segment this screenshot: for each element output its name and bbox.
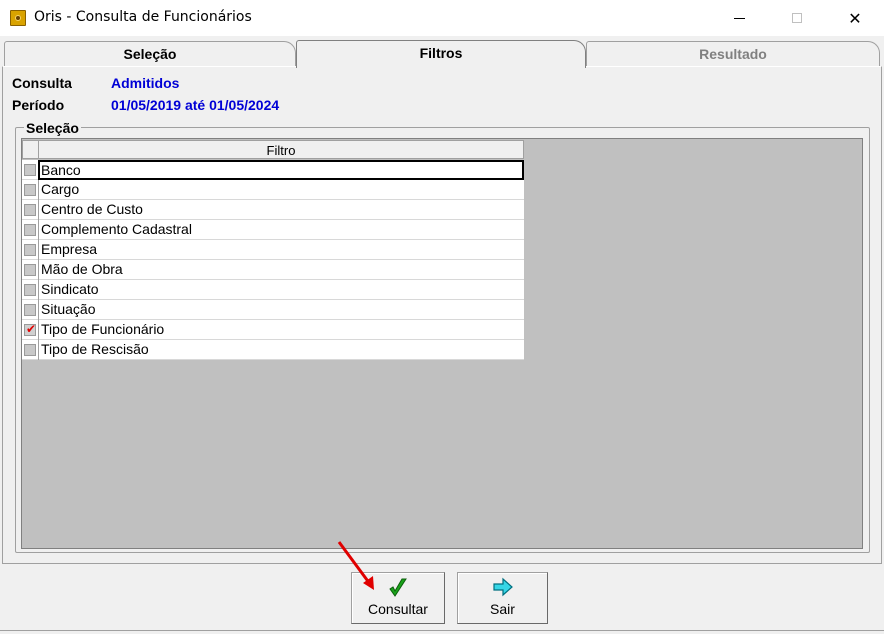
tab-resultado[interactable]: Resultado: [586, 41, 880, 66]
consulta-value: Admitidos: [111, 75, 180, 91]
row-checkbox[interactable]: [24, 244, 36, 256]
maximize-icon: [792, 13, 802, 23]
filter-row-sindicato[interactable]: Sindicato: [22, 280, 524, 300]
row-checkbox[interactable]: [24, 224, 36, 236]
row-checkbox[interactable]: [24, 184, 36, 196]
title-bar: Oris - Consulta de Funcionários ✕: [0, 0, 884, 36]
window-title: Oris - Consulta de Funcionários: [34, 9, 252, 25]
row-checkbox[interactable]: [24, 284, 36, 296]
filter-row-mao-de-obra[interactable]: Mão de Obra: [22, 260, 524, 280]
column-header-filtro[interactable]: Filtro: [39, 143, 523, 158]
row-checkbox[interactable]: [24, 264, 36, 276]
filter-row-tipo-de-funcionario[interactable]: ✔ Tipo de Funcionário: [22, 320, 524, 340]
close-icon: ✕: [848, 8, 862, 28]
filter-row-label: Tipo de Rescisão: [38, 340, 524, 360]
tab-filtros[interactable]: Filtros: [296, 40, 586, 68]
sair-button[interactable]: Sair: [457, 572, 548, 624]
row-checkbox[interactable]: [24, 304, 36, 316]
consultar-label: Consultar: [368, 601, 428, 617]
filter-row-label: Centro de Custo: [38, 200, 524, 220]
filter-row-label: Cargo: [38, 180, 524, 200]
filter-row-centro-de-custo[interactable]: Centro de Custo: [22, 200, 524, 220]
maximize-button[interactable]: [774, 0, 820, 36]
filter-row-label: Empresa: [38, 240, 524, 260]
filter-row-tipo-de-rescisao[interactable]: Tipo de Rescisão: [22, 340, 524, 360]
minimize-icon: [733, 17, 745, 19]
filter-row-cargo[interactable]: Cargo: [22, 180, 524, 200]
selecao-group-label: Seleção: [24, 120, 81, 136]
sair-label: Sair: [490, 601, 515, 617]
row-checkbox-checked[interactable]: ✔: [24, 322, 37, 336]
check-mark-icon: ✔: [26, 322, 37, 336]
periodo-label: Período: [12, 97, 65, 113]
filter-row-complemento-cadastral[interactable]: Complemento Cadastral: [22, 220, 524, 240]
tab-selecao[interactable]: Seleção: [4, 41, 296, 66]
annotation-arrow-icon: [337, 541, 374, 590]
filter-row-banco[interactable]: Banco: [22, 160, 524, 180]
filter-row-empresa[interactable]: Empresa: [22, 240, 524, 260]
filter-row-label: Complemento Cadastral: [38, 220, 524, 240]
filter-row-label: Situação: [38, 300, 524, 320]
status-strip: [0, 630, 884, 634]
consulta-label: Consulta: [12, 75, 72, 91]
minimize-button[interactable]: [716, 0, 762, 36]
filter-row-situacao[interactable]: Situação: [22, 300, 524, 320]
periodo-value: 01/05/2019 até 01/05/2024: [111, 97, 280, 113]
cyan-arrow-right-icon: [458, 577, 547, 599]
row-checkbox[interactable]: [24, 164, 36, 176]
filter-row-label: Sindicato: [38, 280, 524, 300]
grid-header-corner: [23, 141, 39, 159]
oris-app-icon: [10, 10, 26, 26]
filter-row-label: Banco: [38, 160, 524, 180]
filter-row-label: Tipo de Funcionário: [38, 320, 524, 340]
close-button[interactable]: ✕: [832, 0, 878, 36]
filter-row-label: Mão de Obra: [38, 260, 524, 280]
grid-header: Filtro: [22, 140, 524, 159]
row-checkbox[interactable]: [24, 204, 36, 216]
row-checkbox[interactable]: [24, 344, 36, 356]
app-window: Oris - Consulta de Funcionários ✕ Seleçã…: [0, 0, 884, 634]
